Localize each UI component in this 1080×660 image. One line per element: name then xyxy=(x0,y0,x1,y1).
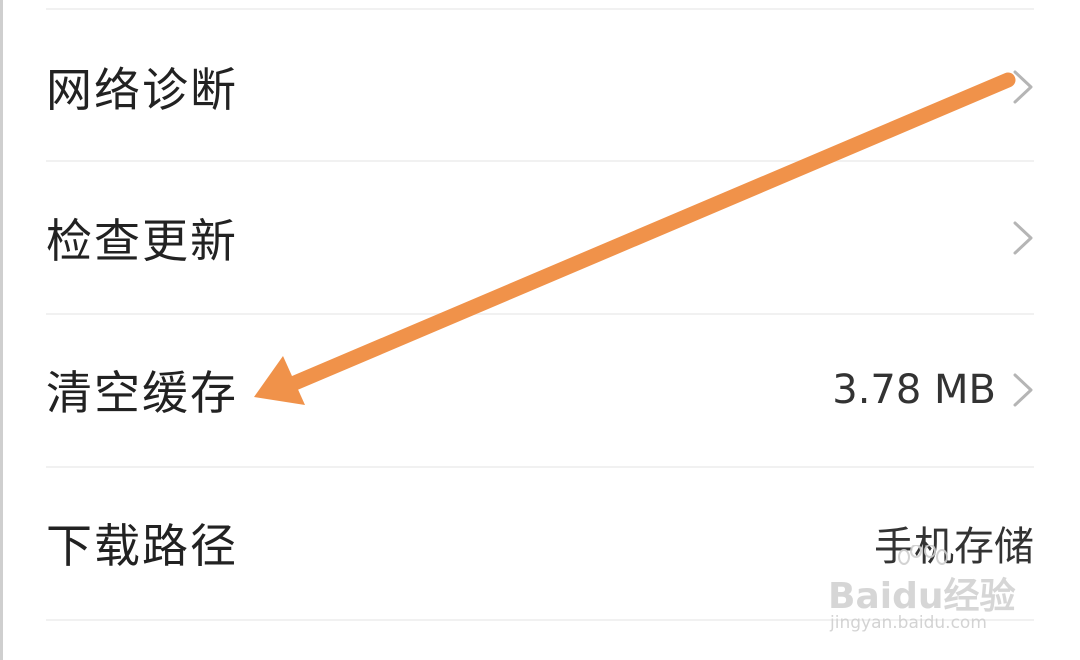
watermark-url: jingyan.baidu.com xyxy=(830,613,987,633)
baidu-watermark: Baidu经验 jingyan.baidu.com xyxy=(828,545,1028,635)
watermark-logo-text: Baidu经验 xyxy=(828,576,1016,617)
